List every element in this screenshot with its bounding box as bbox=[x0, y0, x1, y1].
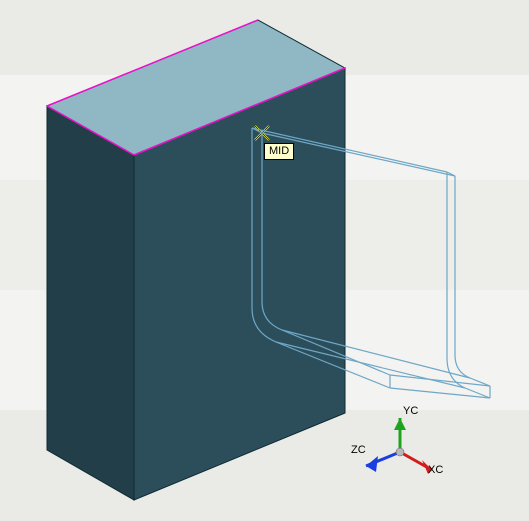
coordinate-triad[interactable] bbox=[366, 418, 432, 474]
scene-svg bbox=[0, 0, 529, 521]
solid-side-face bbox=[47, 106, 134, 500]
cad-viewport[interactable]: MID XC YC ZC bbox=[0, 0, 529, 521]
